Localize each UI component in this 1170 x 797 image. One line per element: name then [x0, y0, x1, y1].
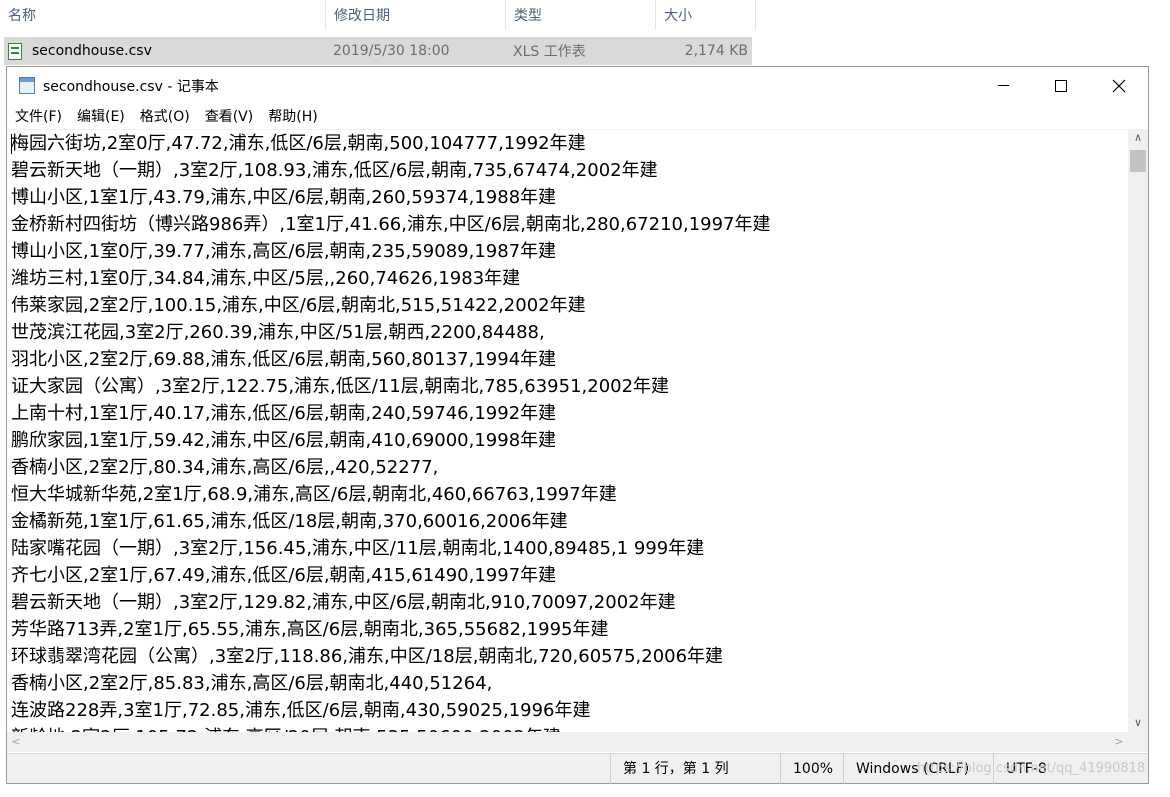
text-line-content: 梅园六街坊,2室0厅,47.72,浦东,低区/6层,朝南,500,104777,… [11, 133, 586, 154]
file-row[interactable]: secondhouse.csv 2019/5/30 18:00 XLS 工作表 … [4, 37, 752, 65]
text-line: 环球翡翠湾花园（公寓）,3室2厅,118.86,浦东,中区/18层,朝南北,72… [11, 646, 724, 667]
text-line: 芳华路713弄,2室1厅,65.55,浦东,高区/6层,朝南北,365,5568… [11, 619, 609, 640]
scroll-up-arrow-icon[interactable]: ∧ [1128, 129, 1148, 147]
column-name-label: 名称 [8, 8, 36, 24]
menu-bar: 文件(F) 编辑(E) 格式(O) 查看(V) 帮助(H) [7, 104, 325, 128]
text-line: 香楠小区,2室2厅,85.83,浦东,高区/6层,朝南北,440,51264, [11, 673, 493, 694]
text-line: 碧云新天地（一期）,3室2厅,108.93,浦东,低区/6层,朝南,735,67… [11, 160, 658, 181]
csv-file-icon [8, 42, 22, 60]
maximize-button[interactable] [1032, 67, 1090, 104]
notepad-icon [19, 77, 35, 94]
status-bar: 第 1 行，第 1 列 100% Windows (CRLF) UTF-8 ht… [7, 753, 1148, 784]
cursor-position: 第 1 行，第 1 列 [610, 754, 780, 784]
text-line: 梅园六街坊,2室0厅,47.72,浦东,低区/6层,朝南,500,104777,… [7, 130, 1128, 157]
text-line: 证大家园（公寓）,3室2厅,122.75,浦东,低区/11层,朝南北,785,6… [11, 376, 670, 397]
text-line: 潍坊三村,1室0厅,34.84,浦东,中区/5层,,260,74626,1983… [11, 268, 521, 289]
file-name: secondhouse.csv [32, 43, 152, 59]
text-line: 碧云新天地（一期）,3室2厅,129.82,浦东,中区/6层,朝南北,910,7… [11, 592, 676, 613]
title-bar[interactable]: secondhouse.csv - 记事本 [7, 67, 1148, 104]
sort-arrow-icon: ^ [157, 0, 165, 5]
column-date-header[interactable]: 修改日期 [326, 0, 506, 30]
text-line: 博山小区,1室0厅,39.77,浦东,高区/6层,朝南,235,59089,19… [11, 241, 557, 262]
text-line: 伟莱家园,2室2厅,100.15,浦东,中区/6层,朝南北,515,51422,… [11, 295, 586, 316]
vertical-scrollbar[interactable]: ∧ ∨ [1128, 129, 1148, 732]
menu-edit[interactable]: 编辑(E) [70, 106, 132, 126]
text-line: 上南十村,1室1厅,40.17,浦东,低区/6层,朝南,240,59746,19… [11, 403, 557, 424]
maximize-icon [1055, 79, 1067, 92]
notepad-window: secondhouse.csv - 记事本 文件(F) 编辑(E) 格式(O) … [6, 66, 1149, 784]
zoom-level: 100% [780, 754, 843, 784]
text-line: 新龄地,2室2厅,105.72,浦东,高区/20层,朝南,535,50600,2… [7, 724, 1128, 732]
horizontal-scrollbar[interactable]: < > [7, 732, 1128, 752]
column-type-header[interactable]: 类型 [506, 0, 656, 30]
scroll-left-arrow-icon[interactable]: < [7, 732, 25, 752]
text-line: 世茂滨江花园,3室2厅,260.39,浦东,中区/51层,朝西,2200,844… [11, 322, 545, 343]
watermark: https://blog.csdn.net/qq_41990818 [917, 761, 1146, 776]
file-type: XLS 工作表 [513, 44, 586, 60]
scrollbar-corner [1128, 732, 1148, 752]
text-line: 香楠小区,2室2厅,80.34,浦东,高区/6层,,420,52277, [11, 457, 439, 478]
minimize-icon [997, 85, 1009, 86]
text-line: 齐七小区,2室1厅,67.49,浦东,低区/6层,朝南,415,61490,19… [11, 565, 557, 586]
explorer-column-header: ^ 名称 修改日期 类型 大小 [0, 0, 756, 30]
text-editor[interactable]: 梅园六街坊,2室0厅,47.72,浦东,低区/6层,朝南,500,104777,… [7, 129, 1128, 732]
text-line: 金橘新苑,1室1厅,61.65,浦东,低区/18层,朝南,370,60016,2… [11, 511, 568, 532]
text-line: 恒大华城新华苑,2室1厅,68.9,浦东,高区/6层,朝南北,460,66763… [11, 484, 617, 505]
menu-help[interactable]: 帮助(H) [261, 106, 324, 126]
text-line: 博山小区,1室1厅,43.79,浦东,中区/6层,朝南,260,59374,19… [11, 187, 557, 208]
column-date-label: 修改日期 [334, 8, 390, 24]
text-line: 连波路228弄,3室1厅,72.85,浦东,低区/6层,朝南,430,59025… [11, 700, 591, 721]
menu-view[interactable]: 查看(V) [198, 106, 261, 126]
menu-file[interactable]: 文件(F) [8, 106, 69, 126]
window-title: secondhouse.csv - 记事本 [43, 78, 219, 95]
text-line: 陆家嘴花园（一期）,3室2厅,156.45,浦东,中区/11层,朝南北,1400… [11, 538, 705, 559]
column-size-header[interactable]: 大小 [656, 0, 756, 30]
vertical-scroll-thumb[interactable] [1130, 150, 1146, 172]
column-type-label: 类型 [514, 8, 542, 24]
text-line: 羽北小区,2室2厅,69.88,浦东,低区/6层,朝南,560,80137,19… [11, 349, 557, 370]
text-line: 鹏欣家园,1室1厅,59.42,浦东,中区/6层,朝南,410,69000,19… [11, 430, 557, 451]
text-line: 金桥新村四街坊（博兴路986弄）,1室1厅,41.66,浦东,中区/6层,朝南北… [11, 214, 771, 235]
menu-format[interactable]: 格式(O) [133, 106, 197, 126]
minimize-button[interactable] [974, 67, 1032, 104]
column-name-header[interactable]: ^ 名称 [0, 0, 326, 30]
close-button[interactable] [1090, 67, 1148, 104]
scroll-down-arrow-icon[interactable]: ∨ [1128, 714, 1148, 732]
close-icon [1112, 79, 1126, 92]
window-controls [974, 67, 1148, 104]
file-name-cell: secondhouse.csv [4, 42, 326, 60]
scroll-right-arrow-icon[interactable]: > [1110, 732, 1128, 752]
file-date: 2019/5/30 18:00 [333, 43, 450, 59]
column-size-label: 大小 [664, 8, 692, 24]
file-size: 2,174 KB [684, 43, 748, 59]
